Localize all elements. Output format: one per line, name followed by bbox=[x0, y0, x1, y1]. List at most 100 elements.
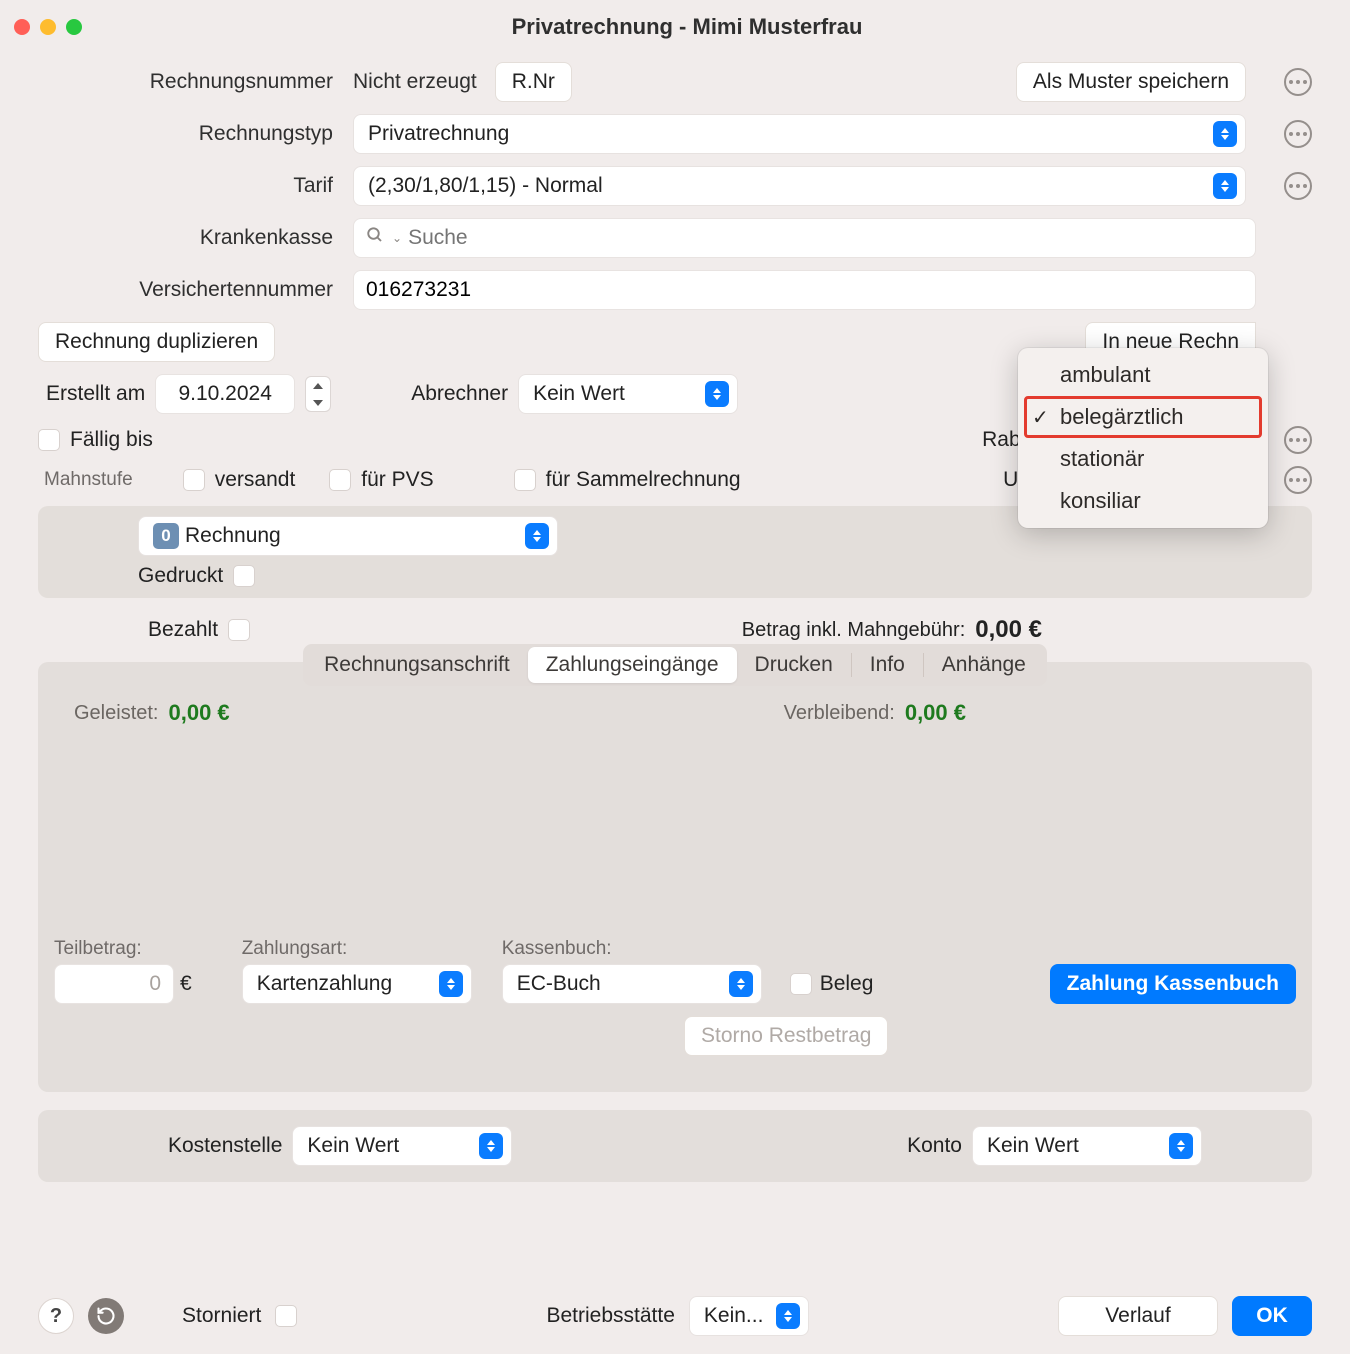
mahnstufe-index-badge: 0 bbox=[153, 523, 179, 549]
date-stepper[interactable] bbox=[305, 376, 331, 412]
beleg-checkbox[interactable] bbox=[790, 973, 812, 995]
verbleibend-value: 0,00 € bbox=[905, 700, 966, 726]
label-betrag-inkl: Betrag inkl. Mahngebühr: bbox=[742, 619, 965, 642]
label-betriebsstaette: Betriebsstätte bbox=[546, 1304, 674, 1328]
label-teilbetrag: Teilbetrag: bbox=[54, 938, 192, 960]
rechnungstyp-select[interactable]: Privatrechnung bbox=[353, 114, 1246, 154]
minimize-window-button[interactable] bbox=[40, 19, 56, 35]
select-arrows-icon bbox=[1213, 121, 1237, 147]
chevron-down-icon: ⌄ bbox=[392, 231, 402, 245]
label-bezahlt: Bezahlt bbox=[148, 618, 218, 642]
select-arrows-icon bbox=[1169, 1133, 1193, 1159]
select-arrows-icon bbox=[479, 1133, 503, 1159]
konto-value: Kein Wert bbox=[987, 1134, 1079, 1158]
mahnstufe-value: Rechnung bbox=[185, 524, 281, 548]
tab-info[interactable]: Info bbox=[852, 647, 923, 683]
fuer-pvs-checkbox[interactable] bbox=[329, 469, 351, 491]
label-verbleibend: Verbleibend: bbox=[784, 702, 895, 725]
select-arrows-icon bbox=[705, 381, 729, 407]
tab-zahlungseingaenge[interactable]: Zahlungseingänge bbox=[528, 647, 737, 683]
erstellt-am-value: 9.10.2024 bbox=[178, 382, 271, 406]
label-abrechner: Abrechner bbox=[411, 382, 508, 406]
label-versandt: versandt bbox=[215, 468, 296, 492]
versandt-checkbox[interactable] bbox=[183, 469, 205, 491]
betriebsstaette-value: Kein... bbox=[704, 1304, 764, 1328]
versichertennummer-input[interactable] bbox=[366, 278, 1243, 302]
tarif-select[interactable]: (2,30/1,80/1,15) - Normal bbox=[353, 166, 1246, 206]
reload-button[interactable] bbox=[88, 1298, 124, 1334]
more-icon[interactable] bbox=[1284, 466, 1312, 494]
more-icon[interactable] bbox=[1284, 120, 1312, 148]
teilbetrag-input[interactable] bbox=[67, 972, 161, 996]
rechnungstyp-value: Privatrechnung bbox=[368, 122, 509, 146]
kassenbuch-value: EC-Buch bbox=[517, 972, 601, 996]
als-muster-speichern-button[interactable]: Als Muster speichern bbox=[1016, 62, 1246, 102]
label-krankenkasse: Krankenkasse bbox=[38, 226, 343, 250]
zahlung-kassenbuch-button[interactable]: Zahlung Kassenbuch bbox=[1050, 964, 1296, 1004]
more-icon[interactable] bbox=[1284, 426, 1312, 454]
label-geleistet: Geleistet: bbox=[74, 702, 158, 725]
versichertennummer-field[interactable] bbox=[353, 270, 1256, 310]
krankenkasse-input[interactable] bbox=[408, 226, 1243, 250]
label-storniert: Storniert bbox=[182, 1304, 261, 1328]
label-rechnungstyp: Rechnungstyp bbox=[38, 122, 343, 146]
kassenbuch-select[interactable]: EC-Buch bbox=[502, 964, 762, 1004]
tab-anhaenge[interactable]: Anhänge bbox=[924, 647, 1044, 683]
storniert-checkbox[interactable] bbox=[275, 1305, 297, 1327]
search-icon bbox=[366, 226, 384, 250]
label-konto: Konto bbox=[907, 1134, 962, 1158]
select-arrows-icon bbox=[776, 1303, 800, 1329]
close-window-button[interactable] bbox=[14, 19, 30, 35]
bezahlt-checkbox[interactable] bbox=[228, 619, 250, 641]
storno-restbetrag-button[interactable]: Storno Restbetrag bbox=[684, 1016, 888, 1056]
fuer-sammelrechnung-checkbox[interactable] bbox=[514, 469, 536, 491]
kostenstelle-value: Kein Wert bbox=[307, 1134, 399, 1158]
tab-segmented: Rechnungsanschrift Zahlungseingänge Druc… bbox=[303, 644, 1047, 686]
select-arrows-icon bbox=[439, 971, 463, 997]
euro-symbol: € bbox=[180, 972, 192, 996]
gedruckt-checkbox[interactable] bbox=[233, 565, 255, 587]
tabs-panel: Rechnungsanschrift Zahlungseingänge Druc… bbox=[38, 662, 1312, 1092]
abrechner-value: Kein Wert bbox=[533, 382, 625, 406]
value-nicht-erzeugt: Nicht erzeugt bbox=[353, 70, 477, 94]
ok-button[interactable]: OK bbox=[1232, 1296, 1312, 1336]
kostenstelle-select[interactable]: Kein Wert bbox=[292, 1126, 512, 1166]
label-gedruckt: Gedruckt bbox=[138, 564, 223, 588]
select-arrows-icon bbox=[1213, 173, 1237, 199]
konto-select[interactable]: Kein Wert bbox=[972, 1126, 1202, 1166]
krankenkasse-search-field[interactable]: ⌄ bbox=[353, 218, 1256, 258]
mahnstufe-select[interactable]: 0 Rechnung bbox=[138, 516, 558, 556]
popup-item-ambulant[interactable]: ambulant bbox=[1018, 354, 1268, 396]
rechnung-duplizieren-button[interactable]: Rechnung duplizieren bbox=[38, 322, 275, 362]
teilbetrag-field[interactable] bbox=[54, 964, 174, 1004]
zoom-window-button[interactable] bbox=[66, 19, 82, 35]
geleistet-value: 0,00 € bbox=[168, 700, 229, 726]
tab-rechnungsanschrift[interactable]: Rechnungsanschrift bbox=[306, 647, 528, 683]
tarif-value: (2,30/1,80/1,15) - Normal bbox=[368, 174, 603, 198]
zahlungsart-value: Kartenzahlung bbox=[257, 972, 392, 996]
more-icon[interactable] bbox=[1284, 172, 1312, 200]
abzug-popup-menu: ambulant ✓belegärztlich stationär konsil… bbox=[1018, 348, 1268, 528]
popup-item-stationaer[interactable]: stationär bbox=[1018, 438, 1268, 480]
verlauf-button[interactable]: Verlauf bbox=[1058, 1296, 1218, 1336]
abrechner-select[interactable]: Kein Wert bbox=[518, 374, 738, 414]
rnr-button[interactable]: R.Nr bbox=[495, 62, 572, 102]
label-versichertennummer: Versichertennummer bbox=[38, 278, 343, 302]
erstellt-am-field[interactable]: 9.10.2024 bbox=[155, 374, 295, 414]
label-kassenbuch: Kassenbuch: bbox=[502, 938, 762, 960]
popup-item-konsiliar[interactable]: konsiliar bbox=[1018, 480, 1268, 522]
konto-panel: Kostenstelle Kein Wert Konto Kein Wert bbox=[38, 1110, 1312, 1182]
zahlungsart-select[interactable]: Kartenzahlung bbox=[242, 964, 472, 1004]
select-arrows-icon bbox=[729, 971, 753, 997]
label-erstellt-am: Erstellt am bbox=[46, 382, 145, 406]
betriebsstaette-select[interactable]: Kein... bbox=[689, 1296, 809, 1336]
more-icon[interactable] bbox=[1284, 68, 1312, 96]
label-fuer-sammel: für Sammelrechnung bbox=[546, 468, 741, 492]
select-arrows-icon bbox=[525, 523, 549, 549]
popup-item-belegaerztlich[interactable]: ✓belegärztlich bbox=[1024, 396, 1262, 438]
label-zahlungsart: Zahlungsart: bbox=[242, 938, 472, 960]
window-title: Privatrechnung - Mimi Musterfrau bbox=[98, 14, 1276, 40]
tab-drucken[interactable]: Drucken bbox=[737, 647, 851, 683]
help-button[interactable]: ? bbox=[38, 1298, 74, 1334]
faellig-bis-checkbox[interactable] bbox=[38, 429, 60, 451]
